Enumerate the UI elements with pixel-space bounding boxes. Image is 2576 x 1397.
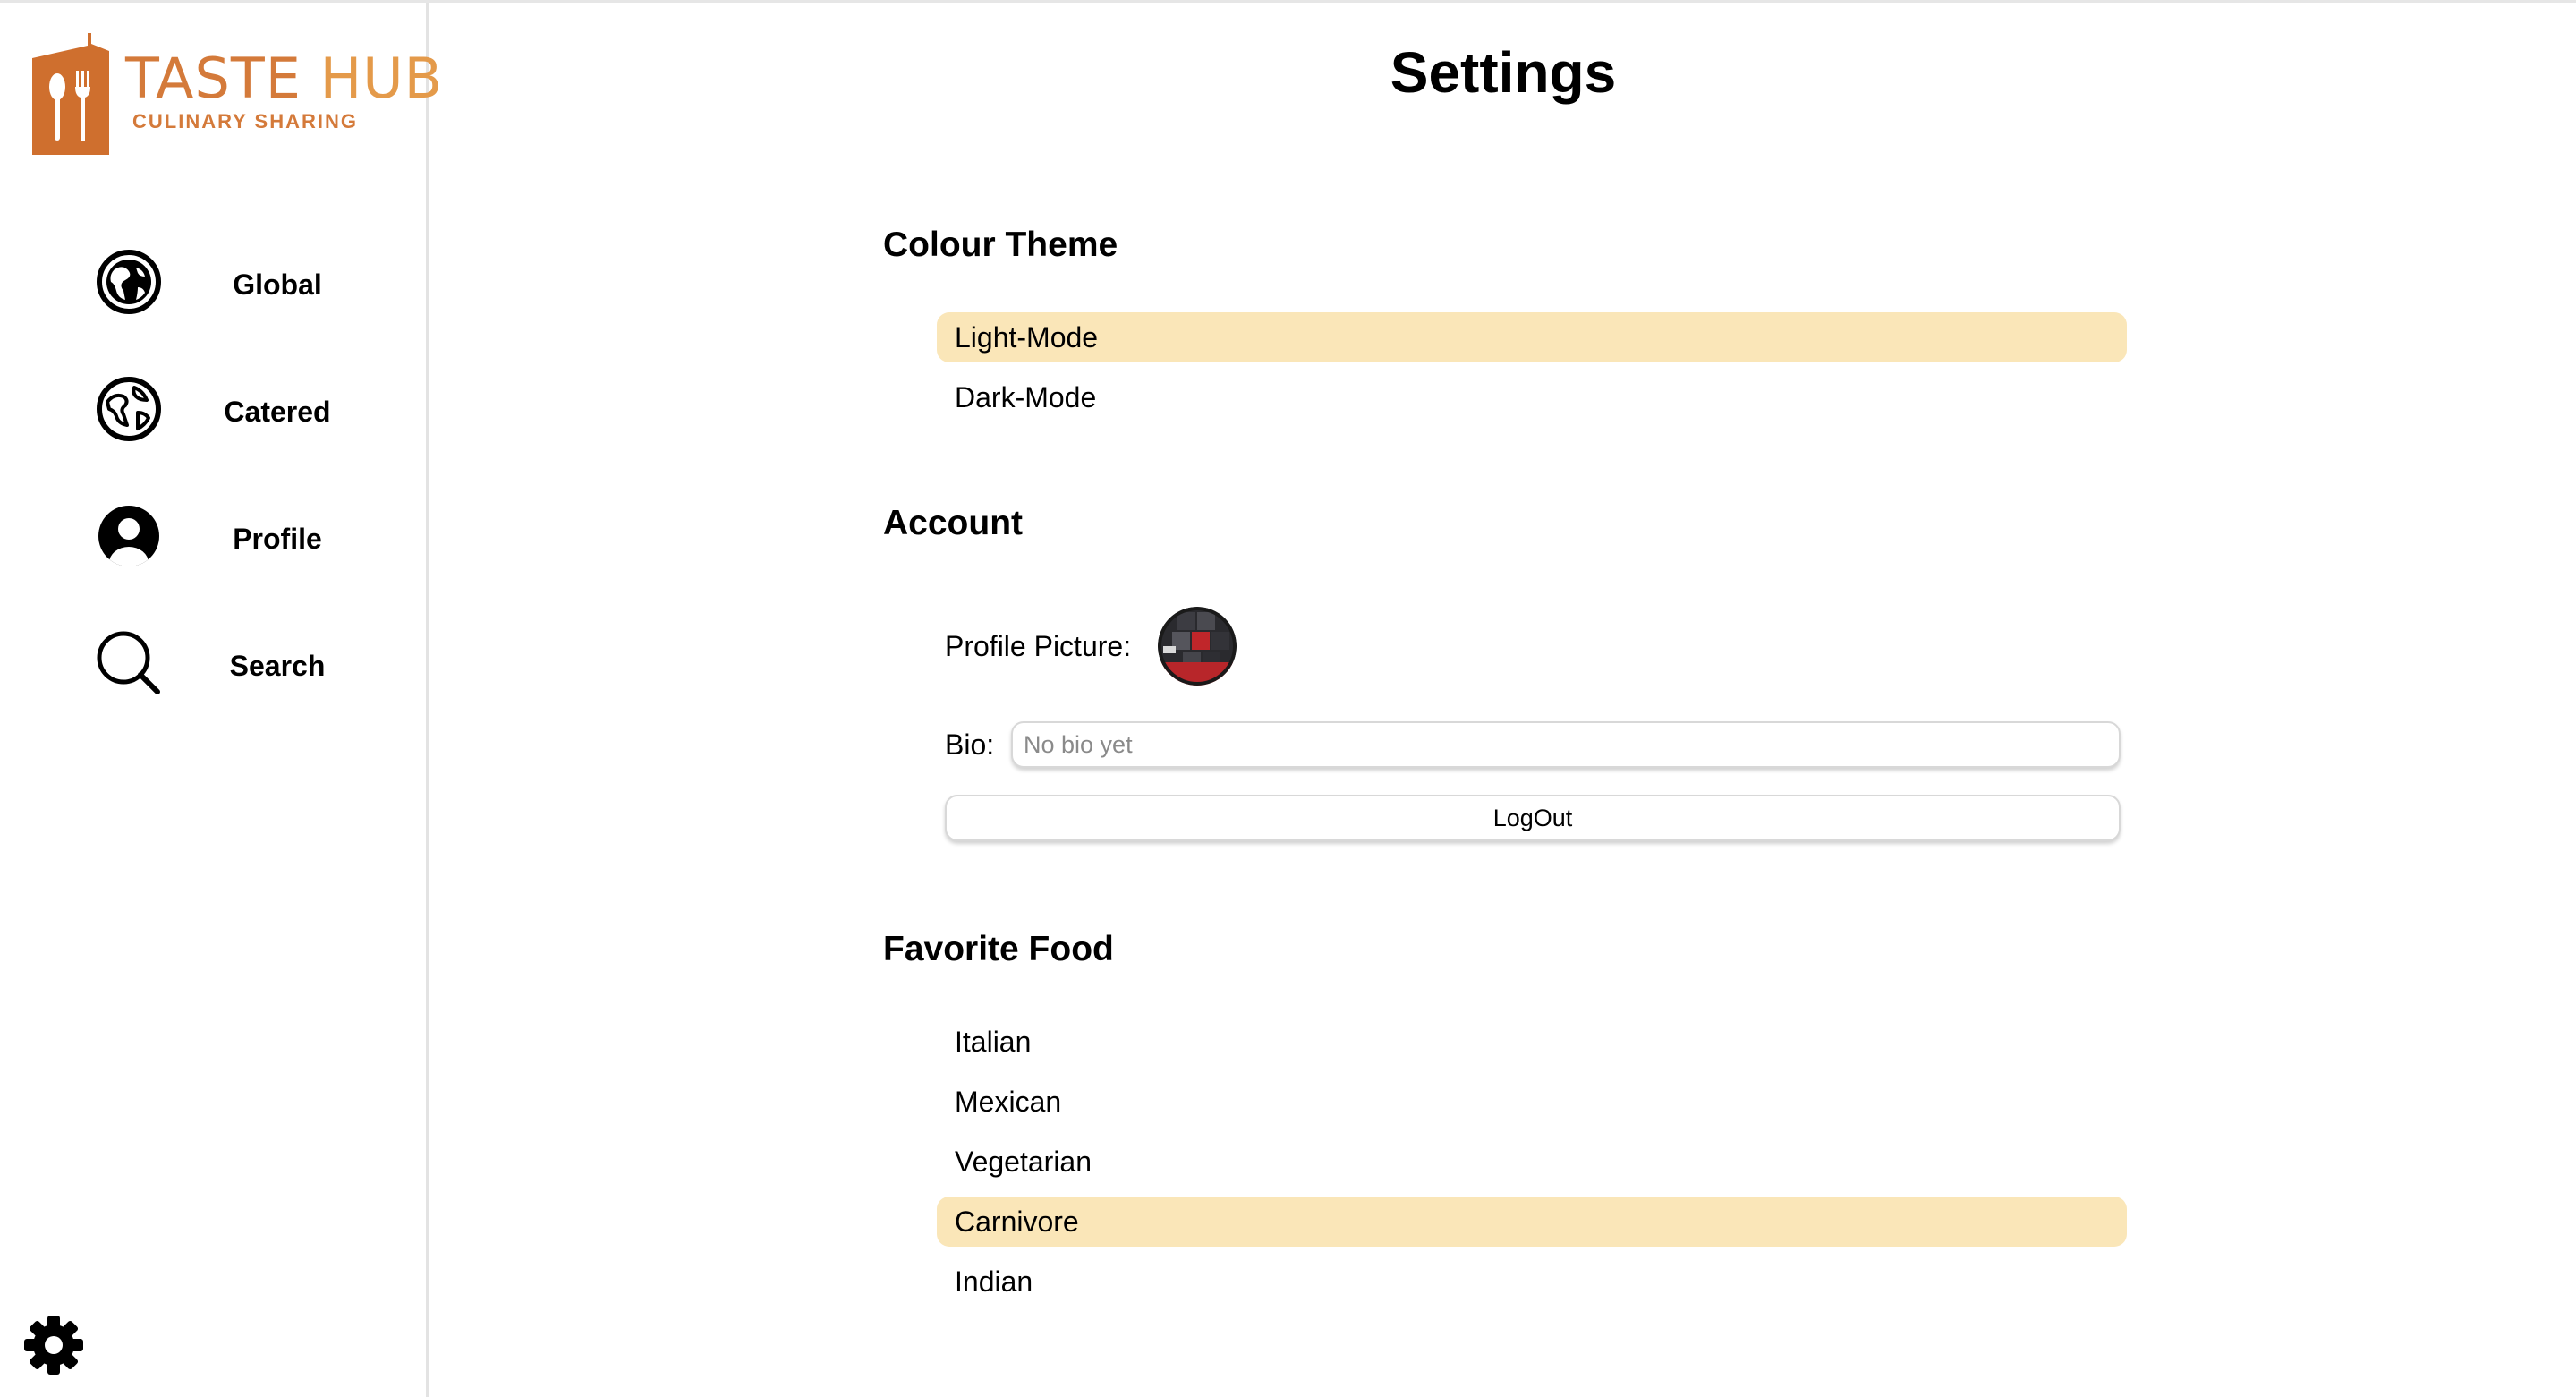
page-title: Settings: [1390, 40, 1617, 105]
user-circle-icon: [98, 506, 159, 566]
profile-picture-avatar[interactable]: [1158, 607, 1237, 686]
food-option-italian[interactable]: Italian: [937, 1017, 2127, 1067]
sidebar-item-search[interactable]: Search: [95, 629, 390, 710]
food-option-carnivore[interactable]: Carnivore: [937, 1197, 2127, 1247]
theme-option-light-mode[interactable]: Light-Mode: [937, 312, 2127, 362]
bio-input[interactable]: [1011, 721, 2121, 768]
logo-title: TASTE HUB: [125, 46, 444, 111]
sidebar-item-catered[interactable]: Catered: [95, 375, 390, 456]
sidebar-item-label: Catered: [224, 395, 331, 428]
avatar-image: [1158, 607, 1237, 686]
food-option-indian[interactable]: Indian: [937, 1256, 2127, 1307]
food-option-mexican[interactable]: Mexican: [937, 1077, 2127, 1127]
sidebar-item-label: Profile: [233, 522, 322, 555]
gear-icon[interactable]: [23, 1315, 84, 1376]
utensils-logo-icon: [32, 33, 109, 155]
globe-filled-icon: [97, 250, 161, 314]
sidebar: TASTE HUB CULINARY SHARING Global Catere…: [0, 3, 442, 1397]
search-icon: [97, 631, 160, 694]
sidebar-item-profile[interactable]: Profile: [95, 502, 390, 583]
sidebar-item-label: Global: [233, 268, 322, 301]
food-option-vegetarian[interactable]: Vegetarian: [937, 1137, 2127, 1187]
theme-option-dark-mode[interactable]: Dark-Mode: [937, 372, 2127, 422]
profile-picture-label: Profile Picture:: [945, 630, 1132, 662]
logout-button[interactable]: LogOut: [945, 795, 2121, 841]
sidebar-item-global[interactable]: Global: [95, 248, 390, 328]
globe-outline-icon: [97, 377, 161, 441]
account-heading: Account: [883, 504, 1023, 542]
colour-theme-heading: Colour Theme: [883, 226, 1118, 264]
bio-label: Bio:: [945, 728, 995, 761]
favorite-food-heading: Favorite Food: [883, 930, 1114, 968]
logo-subtitle: CULINARY SHARING: [132, 110, 359, 132]
sidebar-item-label: Search: [229, 649, 326, 682]
app-logo[interactable]: TASTE HUB CULINARY SHARING: [32, 33, 442, 158]
